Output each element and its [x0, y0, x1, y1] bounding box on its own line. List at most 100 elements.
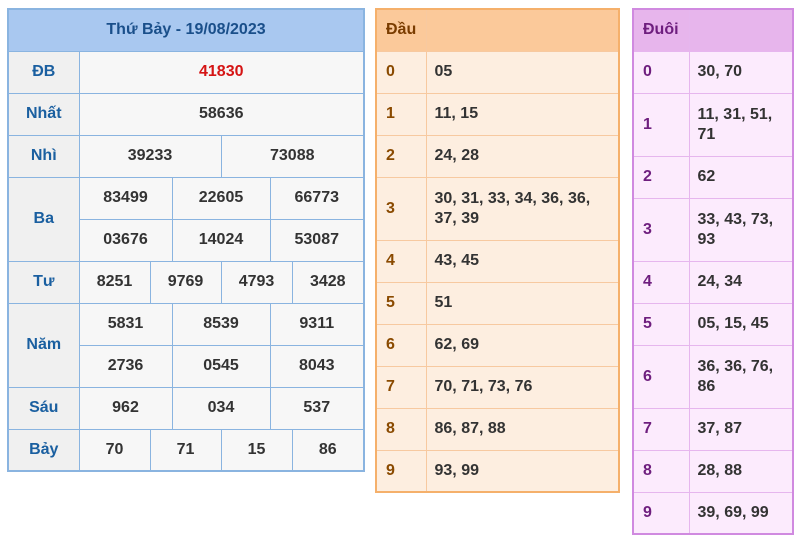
- prize-label-nhi: Nhì: [7, 134, 80, 178]
- dau-key: 4: [375, 239, 427, 283]
- duoi-table: Đuôi 0 30, 70 1 11, 31, 51, 71 2 62 3 33, 43…: [632, 8, 794, 535]
- prize-value-tu: 3428: [291, 260, 365, 304]
- duoi-key: 6: [632, 344, 690, 409]
- dau-values: 30, 31, 33, 34, 36, 36, 37, 39: [425, 176, 620, 241]
- duoi-values: 36, 36, 76, 86: [688, 344, 794, 409]
- dau-key: 3: [375, 176, 427, 241]
- duoi-values: 62: [688, 155, 794, 199]
- dau-key: 5: [375, 281, 427, 325]
- duoi-values: 11, 31, 51, 71: [688, 92, 794, 157]
- prize-value-nhat: 58636: [78, 92, 365, 136]
- duoi-values: 28, 88: [688, 449, 794, 493]
- duoi-values: 37, 87: [688, 407, 794, 451]
- dau-key: 6: [375, 323, 427, 367]
- prize-value-nam: 8043: [269, 344, 365, 388]
- duoi-row: 1 11, 31, 51, 71: [632, 92, 794, 157]
- dau-header-values: [425, 8, 620, 52]
- prize-value-ba: 53087: [269, 218, 365, 262]
- prize-value-tu: 4793: [220, 260, 293, 304]
- prize-row-nhi: Nhì 39233 73088: [7, 134, 365, 178]
- prize-value-tu: 9769: [149, 260, 222, 304]
- dau-values: 93, 99: [425, 449, 620, 493]
- duoi-key: 7: [632, 407, 690, 451]
- prize-row-sau: Sáu 962 034 537: [7, 386, 365, 430]
- prize-value-ba: 14024: [171, 218, 271, 262]
- prize-label-nam: Năm: [7, 302, 80, 388]
- prize-value-sau: 034: [171, 386, 271, 430]
- prize-value-nhi: 73088: [220, 134, 365, 178]
- duoi-row: 5 05, 15, 45: [632, 302, 794, 346]
- dau-table: Đầu 0 05 1 11, 15 2 24, 28 3 30, 31, 33, 34,…: [375, 8, 620, 493]
- duoi-row: 2 62: [632, 155, 794, 199]
- duoi-key: 1: [632, 92, 690, 157]
- prize-value-nam: 2736: [78, 344, 173, 388]
- dau-values: 70, 71, 73, 76: [425, 365, 620, 409]
- prize-row-db: ĐB 41830: [7, 50, 365, 94]
- duoi-header: Đuôi: [632, 8, 690, 52]
- dau-row: 4 43, 45: [375, 239, 620, 283]
- dau-row: 1 11, 15: [375, 92, 620, 136]
- duoi-key: 8: [632, 449, 690, 493]
- dau-row: 2 24, 28: [375, 134, 620, 178]
- duoi-key: 4: [632, 260, 690, 304]
- prize-row-bay: Bảy 70 71 15 86: [7, 428, 365, 472]
- dau-row: 7 70, 71, 73, 76: [375, 365, 620, 409]
- prize-value-nam: 9311: [269, 302, 365, 346]
- lottery-results-table: Thứ Bảy - 19/08/2023 ĐB 41830 Nhất 58636…: [7, 8, 366, 472]
- duoi-row: 4 24, 34: [632, 260, 794, 304]
- prize-value-tu: 8251: [78, 260, 151, 304]
- duoi-header-values: [688, 8, 794, 52]
- duoi-row: 0 30, 70: [632, 50, 794, 94]
- results-title: Thứ Bảy - 19/08/2023: [7, 8, 365, 52]
- dau-values: 05: [425, 50, 620, 94]
- dau-values: 62, 69: [425, 323, 620, 367]
- prize-row-nam: Năm 5831 8539 9311: [7, 302, 365, 388]
- dau-row: 6 62, 69: [375, 323, 620, 367]
- duoi-row: 8 28, 88: [632, 449, 794, 493]
- duoi-key: 5: [632, 302, 690, 346]
- prize-value-nam: 5831: [78, 302, 173, 346]
- prize-value-sau: 537: [269, 386, 365, 430]
- prize-value-sau: 962: [78, 386, 173, 430]
- prize-value-ba: 66773: [269, 176, 365, 220]
- prize-row-nhat: Nhất 58636: [7, 92, 365, 136]
- dau-row: 8 86, 87, 88: [375, 407, 620, 451]
- dau-row: 3 30, 31, 33, 34, 36, 36, 37, 39: [375, 176, 620, 241]
- prize-value-db: 41830: [78, 50, 365, 94]
- prize-row-tu: Tư 8251 9769 4793 3428: [7, 260, 365, 304]
- prize-label-bay: Bảy: [7, 428, 80, 472]
- duoi-row: 6 36, 36, 76, 86: [632, 344, 794, 409]
- dau-row: 5 51: [375, 281, 620, 325]
- dau-header: Đầu: [375, 8, 427, 52]
- prize-label-ba: Ba: [7, 176, 80, 262]
- dau-row: 0 05: [375, 50, 620, 94]
- duoi-values: 33, 43, 73, 93: [688, 197, 794, 262]
- prize-value-bay: 71: [149, 428, 222, 472]
- dau-row: 9 93, 99: [375, 449, 620, 493]
- prize-value-nam: 8539: [171, 302, 271, 346]
- duoi-values: 24, 34: [688, 260, 794, 304]
- prize-value-bay: 86: [291, 428, 365, 472]
- prize-label-tu: Tư: [7, 260, 80, 304]
- dau-values: 24, 28: [425, 134, 620, 178]
- dau-values: 11, 15: [425, 92, 620, 136]
- dau-key: 8: [375, 407, 427, 451]
- dau-values: 86, 87, 88: [425, 407, 620, 451]
- prize-value-nam: 0545: [171, 344, 271, 388]
- prize-row-ba: Ba 83499 22605 66773: [7, 176, 365, 262]
- duoi-values: 05, 15, 45: [688, 302, 794, 346]
- dau-key: 7: [375, 365, 427, 409]
- prize-label-nhat: Nhất: [7, 92, 80, 136]
- duoi-key: 2: [632, 155, 690, 199]
- dau-key: 2: [375, 134, 427, 178]
- prize-label-db: ĐB: [7, 50, 80, 94]
- dau-values: 43, 45: [425, 239, 620, 283]
- dau-key: 9: [375, 449, 427, 493]
- dau-values: 51: [425, 281, 620, 325]
- prize-value-bay: 15: [220, 428, 293, 472]
- prize-value-nhi: 39233: [78, 134, 222, 178]
- duoi-values: 39, 69, 99: [688, 491, 794, 535]
- prize-value-ba: 22605: [171, 176, 271, 220]
- duoi-key: 3: [632, 197, 690, 262]
- duoi-key: 9: [632, 491, 690, 535]
